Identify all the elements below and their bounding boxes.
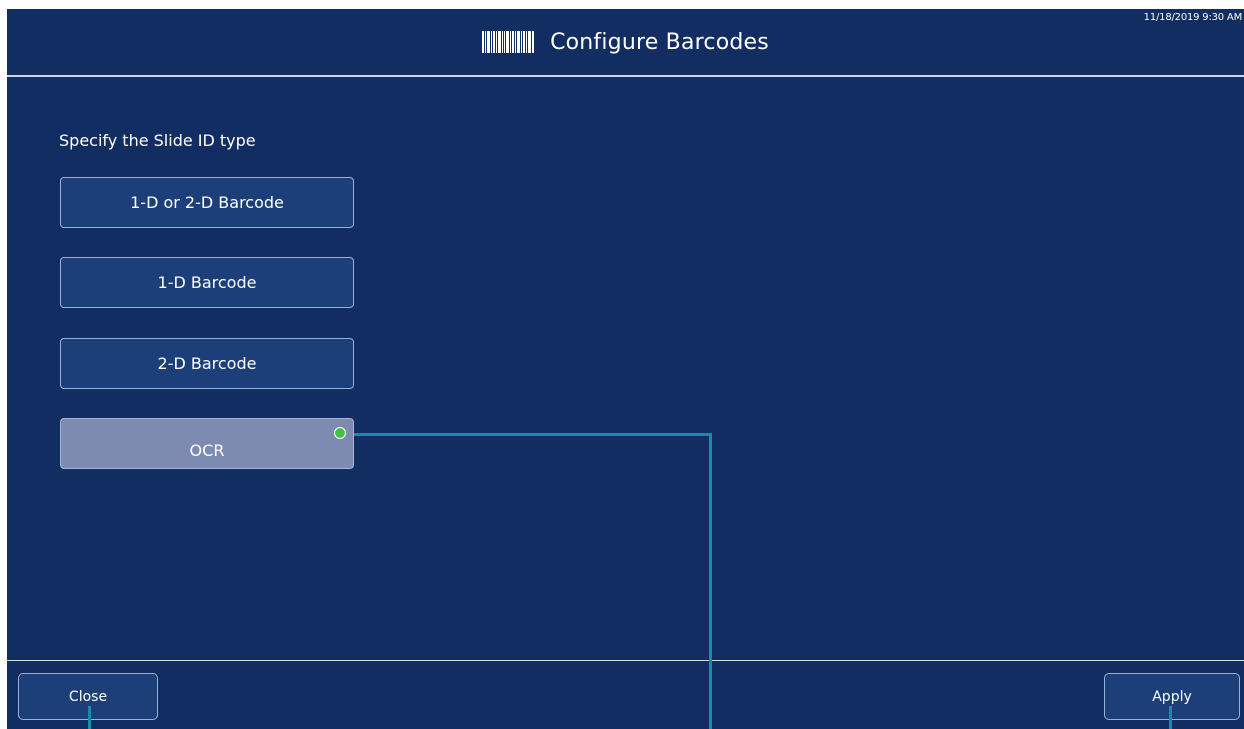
barcode-icon xyxy=(482,31,535,53)
title-bar: Configure Barcodes xyxy=(7,9,1244,75)
apply-button[interactable]: Apply xyxy=(1104,673,1240,720)
apply-button-label: Apply xyxy=(1152,688,1192,705)
footer-divider xyxy=(7,660,1244,661)
selected-indicator-icon xyxy=(334,427,346,439)
option-ocr[interactable]: OCR xyxy=(60,418,354,469)
option-label: 2-D Barcode xyxy=(157,354,257,373)
option-label: 1-D Barcode xyxy=(157,273,257,292)
option-2d-barcode[interactable]: 2-D Barcode xyxy=(60,338,354,389)
option-1d-or-2d-barcode[interactable]: 1-D or 2-D Barcode xyxy=(60,177,354,228)
callout-line-apply xyxy=(1169,706,1172,729)
configure-barcodes-screen: 11/18/2019 9:30 AM Configure Barcodes Sp… xyxy=(7,9,1244,729)
callout-line-ocr-vertical xyxy=(709,433,712,729)
slide-id-prompt: Specify the Slide ID type xyxy=(59,131,256,150)
header-divider xyxy=(7,75,1244,77)
option-label: OCR xyxy=(189,441,225,460)
page-title: Configure Barcodes xyxy=(550,29,769,55)
option-label: 1-D or 2-D Barcode xyxy=(130,193,284,212)
callout-line-close xyxy=(88,706,91,729)
close-button-label: Close xyxy=(68,688,108,705)
callout-line-ocr-horizontal xyxy=(354,433,712,436)
option-1d-barcode[interactable]: 1-D Barcode xyxy=(60,257,354,308)
